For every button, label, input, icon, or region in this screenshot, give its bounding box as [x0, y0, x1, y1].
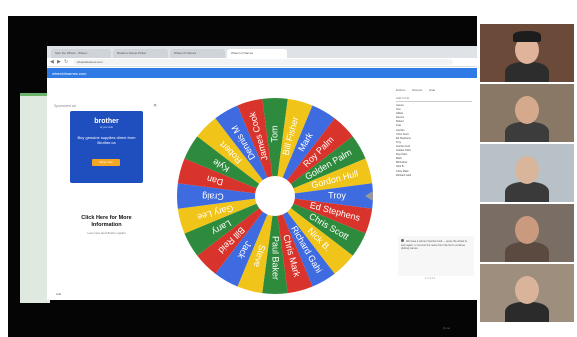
wheel-slice-label: Tom	[269, 125, 279, 142]
shop-now-button[interactable]: Shop now	[92, 159, 120, 166]
tab-bar: Spin the Wheel - Wheel... Random Name Pi…	[47, 46, 477, 58]
entries-list[interactable]: James Tom Gillian Dennis Robert Kyle Gordon Chr…	[396, 104, 456, 178]
wheel-hub[interactable]	[255, 176, 295, 216]
browser-tab-active[interactable]: Wheel of Names	[227, 49, 287, 58]
brother-ad[interactable]: brother at your side Buy genuine supplie…	[70, 111, 143, 183]
winner-card: We have a winner! Gordon Hull — press th…	[398, 236, 474, 276]
panel-tabs: Entries Results Hide	[396, 88, 441, 92]
wheel-graphic[interactable]: Tom Bill FisherMarkRoy PalmGolden PalmGor…	[175, 96, 375, 296]
winner-text: We have a winner! Gordon Hull — press th…	[401, 240, 468, 251]
results-pager[interactable]: 1 2 3 4 5	[425, 277, 435, 280]
participant-body	[505, 182, 549, 202]
name-wheel[interactable]: Tom Bill Fisher Mark Roy Palm Golden Palm Gor…	[175, 96, 375, 296]
forward-icon[interactable]: ▶	[57, 59, 61, 65]
video-tile[interactable]	[480, 264, 574, 322]
ad-label: Sponsored ad	[54, 104, 76, 108]
video-tile[interactable]	[480, 24, 574, 82]
participant-body	[505, 122, 549, 142]
back-icon[interactable]: ◀	[50, 59, 54, 65]
participant-avatar	[515, 276, 539, 304]
close-icon[interactable]: ✕	[153, 103, 157, 109]
video-tile[interactable]	[480, 204, 574, 262]
wheel-slice-label: Paul Baker	[271, 236, 281, 280]
wheel-slice-label: Craig	[202, 192, 224, 202]
tab-results[interactable]: Results	[412, 88, 422, 92]
info-subtitle: Learn more about Brother supplies	[87, 232, 126, 235]
video-participants	[477, 22, 577, 337]
info-title: Click Here for More Information	[81, 215, 132, 228]
entries-panel: Entries Results Hide Add to list James To…	[392, 86, 477, 300]
video-tile[interactable]	[480, 84, 574, 142]
screen: Spin the Wheel - Wheel... Random Name Pi…	[0, 0, 577, 337]
done-button[interactable]: Done	[443, 326, 450, 330]
participant-avatar	[515, 156, 539, 184]
url-input[interactable]: wheelofnames.com	[73, 59, 453, 65]
participant-hat	[513, 31, 541, 42]
tab-entries[interactable]: Entries	[396, 88, 405, 92]
video-tile[interactable]	[480, 144, 574, 202]
browser-tab[interactable]: Random Name Picker	[113, 49, 168, 58]
background-window	[20, 93, 50, 303]
entry-item[interactable]: Richard Gahi	[396, 174, 456, 178]
tab-hide[interactable]: Hide	[429, 88, 435, 92]
brother-tagline: at your side	[100, 126, 113, 129]
participant-body	[505, 302, 549, 322]
brother-logo: brother	[94, 118, 119, 125]
participant-avatar	[515, 216, 539, 244]
ad-text: Buy genuine supplies direct from Brother…	[77, 135, 136, 145]
participant-avatar	[515, 96, 539, 124]
ads-footer: Ads	[56, 292, 62, 296]
address-bar-row: ◀ ▶ ↻ wheelofnames.com	[47, 58, 477, 67]
wheel-slice-label: Troy	[328, 190, 346, 200]
participant-body	[505, 242, 549, 262]
browser-tab[interactable]: Spin the Wheel - Wheel...	[51, 49, 111, 58]
browser-tab[interactable]: Wheel of Names	[170, 49, 225, 58]
site-header: wheelofnames.com	[47, 68, 477, 78]
info-ad[interactable]: Click Here for More Information Learn mo…	[70, 187, 143, 295]
info-icon	[401, 239, 404, 242]
participant-body	[505, 62, 549, 82]
reload-icon[interactable]: ↻	[64, 59, 68, 65]
entries-input[interactable]: Add to list	[396, 96, 472, 102]
ad-column: Sponsored ad ✕ brother at your side Buy …	[50, 81, 157, 299]
